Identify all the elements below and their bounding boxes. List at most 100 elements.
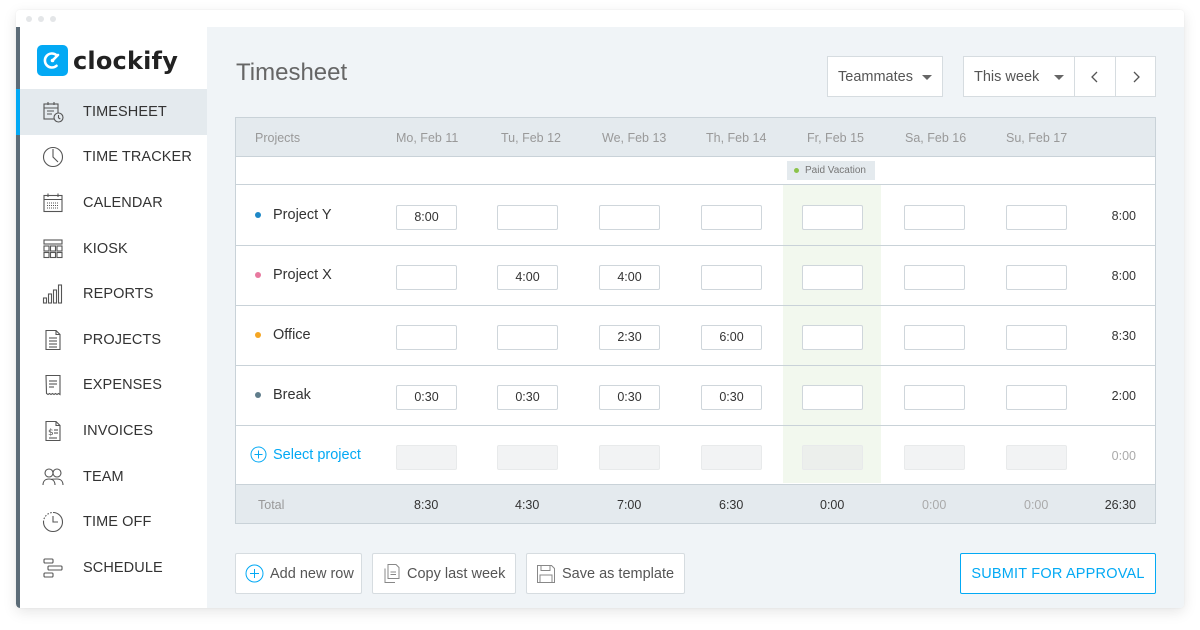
sidebar-item-label: INVOICES <box>83 422 154 439</box>
time-input[interactable]: 6:00 <box>701 325 762 350</box>
time-input[interactable] <box>802 325 863 350</box>
time-input[interactable]: 0:30 <box>599 385 660 410</box>
select-project-label: Select project <box>273 446 361 463</box>
team-icon <box>41 465 65 489</box>
sidebar-item-time-tracker[interactable]: TIME TRACKER <box>20 135 207 181</box>
plus-circle-icon <box>245 564 264 583</box>
project-color-dot <box>255 332 261 338</box>
table-row: Office 2:30 6:00 8:30 <box>236 306 1155 366</box>
sidebar-item-label: EXPENSES <box>83 377 162 394</box>
window-dot <box>26 16 32 22</box>
time-input[interactable]: 0:30 <box>396 385 457 410</box>
status-dot <box>794 168 799 173</box>
time-input[interactable] <box>396 325 457 350</box>
day-total: 0:00 <box>922 498 947 512</box>
sidebar-item-invoices[interactable]: $ INVOICES <box>20 408 207 454</box>
sidebar-item-calendar[interactable]: CALENDAR <box>20 180 207 226</box>
sidebar-item-label: PROJECTS <box>83 331 162 348</box>
time-input[interactable] <box>904 385 965 410</box>
sidebar-item-time-off[interactable]: TIME OFF <box>20 499 207 545</box>
sidebar-item-kiosk[interactable]: KIOSK <box>20 226 207 272</box>
select-project-row: Select project 0:00 <box>236 426 1155 486</box>
svg-text:$: $ <box>48 428 54 438</box>
time-input[interactable]: 0:30 <box>701 385 762 410</box>
time-input[interactable]: 0:30 <box>497 385 558 410</box>
project-label: Project X <box>273 267 332 283</box>
save-as-template-button[interactable]: Save as template <box>526 553 685 594</box>
sidebar-item-projects[interactable]: PROJECTS <box>20 317 207 363</box>
chevron-left-icon <box>1091 71 1098 82</box>
sidebar-item-label: TEAM <box>83 468 124 485</box>
project-name[interactable]: Project Y <box>255 207 332 223</box>
table-row: Project Y 8:00 8:00 <box>236 186 1155 246</box>
timesheet-icon <box>41 100 65 124</box>
grand-total: 26:30 <box>1104 498 1136 512</box>
document-icon <box>41 328 65 352</box>
timesheet-table: Projects Mo, Feb 11 Tu, Feb 12 We, Feb 1… <box>235 117 1156 524</box>
time-input[interactable] <box>904 205 965 230</box>
day-header: We, Feb 13 <box>602 131 667 145</box>
time-input[interactable] <box>802 385 863 410</box>
project-color-dot <box>255 212 261 218</box>
week-dropdown[interactable]: This week <box>964 57 1076 96</box>
time-off-row: Paid Vacation <box>236 158 1155 185</box>
brand-name: clockify <box>73 46 179 75</box>
project-label: Project Y <box>273 207 332 223</box>
time-input[interactable] <box>1006 385 1067 410</box>
previous-week-button[interactable] <box>1075 57 1115 96</box>
project-name[interactable]: Office <box>255 327 311 343</box>
project-color-dot <box>255 272 261 278</box>
save-as-template-label: Save as template <box>562 565 675 582</box>
table-header: Projects Mo, Feb 11 Tu, Feb 12 We, Feb 1… <box>236 118 1155 157</box>
submit-for-approval-button[interactable]: SUBMIT FOR APPROVAL <box>960 553 1156 594</box>
time-input[interactable] <box>904 265 965 290</box>
time-input[interactable]: 8:00 <box>396 205 457 230</box>
project-name[interactable]: Project X <box>255 267 332 283</box>
time-input-disabled <box>802 445 863 470</box>
next-week-button[interactable] <box>1115 57 1155 96</box>
time-input[interactable] <box>701 265 762 290</box>
time-input[interactable] <box>1006 205 1067 230</box>
sidebar: clockify TIMESHEET TIME TRACKER CALENDAR <box>16 27 207 608</box>
time-input[interactable] <box>904 325 965 350</box>
bar-chart-icon <box>41 282 65 306</box>
time-input[interactable] <box>701 205 762 230</box>
time-input[interactable]: 4:00 <box>497 265 558 290</box>
sidebar-item-timesheet[interactable]: TIMESHEET <box>16 89 207 135</box>
calendar-icon <box>41 191 65 215</box>
week-selector: This week <box>963 56 1156 97</box>
clock-icon <box>41 145 65 169</box>
time-input[interactable] <box>802 265 863 290</box>
time-input-disabled <box>904 445 965 470</box>
project-name[interactable]: Break <box>255 387 311 403</box>
time-input[interactable] <box>497 205 558 230</box>
time-input[interactable] <box>497 325 558 350</box>
window-dot <box>38 16 44 22</box>
sidebar-item-label: KIOSK <box>83 240 128 257</box>
time-input[interactable] <box>599 205 660 230</box>
time-input-disabled <box>701 445 762 470</box>
copy-last-week-button[interactable]: Copy last week <box>372 553 516 594</box>
day-header: Fr, Feb 15 <box>807 131 864 145</box>
time-input[interactable] <box>396 265 457 290</box>
logo[interactable]: clockify <box>37 45 178 76</box>
page-title: Timesheet <box>236 59 348 86</box>
time-input[interactable]: 4:00 <box>599 265 660 290</box>
main-content: Timesheet Teammates This week Projects M… <box>207 27 1184 608</box>
add-new-row-button[interactable]: Add new row <box>235 553 362 594</box>
sidebar-item-schedule[interactable]: SCHEDULE <box>20 545 207 591</box>
time-off-icon <box>41 510 65 534</box>
sidebar-item-reports[interactable]: REPORTS <box>20 271 207 317</box>
time-input[interactable] <box>1006 325 1067 350</box>
time-input[interactable] <box>1006 265 1067 290</box>
select-project-button[interactable]: Select project <box>250 446 361 463</box>
sidebar-item-team[interactable]: TEAM <box>20 454 207 500</box>
teammates-dropdown[interactable]: Teammates <box>827 56 943 97</box>
time-input-disabled <box>396 445 457 470</box>
sidebar-item-label: TIME TRACKER <box>83 149 192 166</box>
sidebar-item-expenses[interactable]: EXPENSES <box>20 363 207 409</box>
time-input[interactable] <box>802 205 863 230</box>
time-input[interactable]: 2:30 <box>599 325 660 350</box>
sidebar-item-label: SCHEDULE <box>83 559 163 576</box>
day-header: Tu, Feb 12 <box>501 131 561 145</box>
